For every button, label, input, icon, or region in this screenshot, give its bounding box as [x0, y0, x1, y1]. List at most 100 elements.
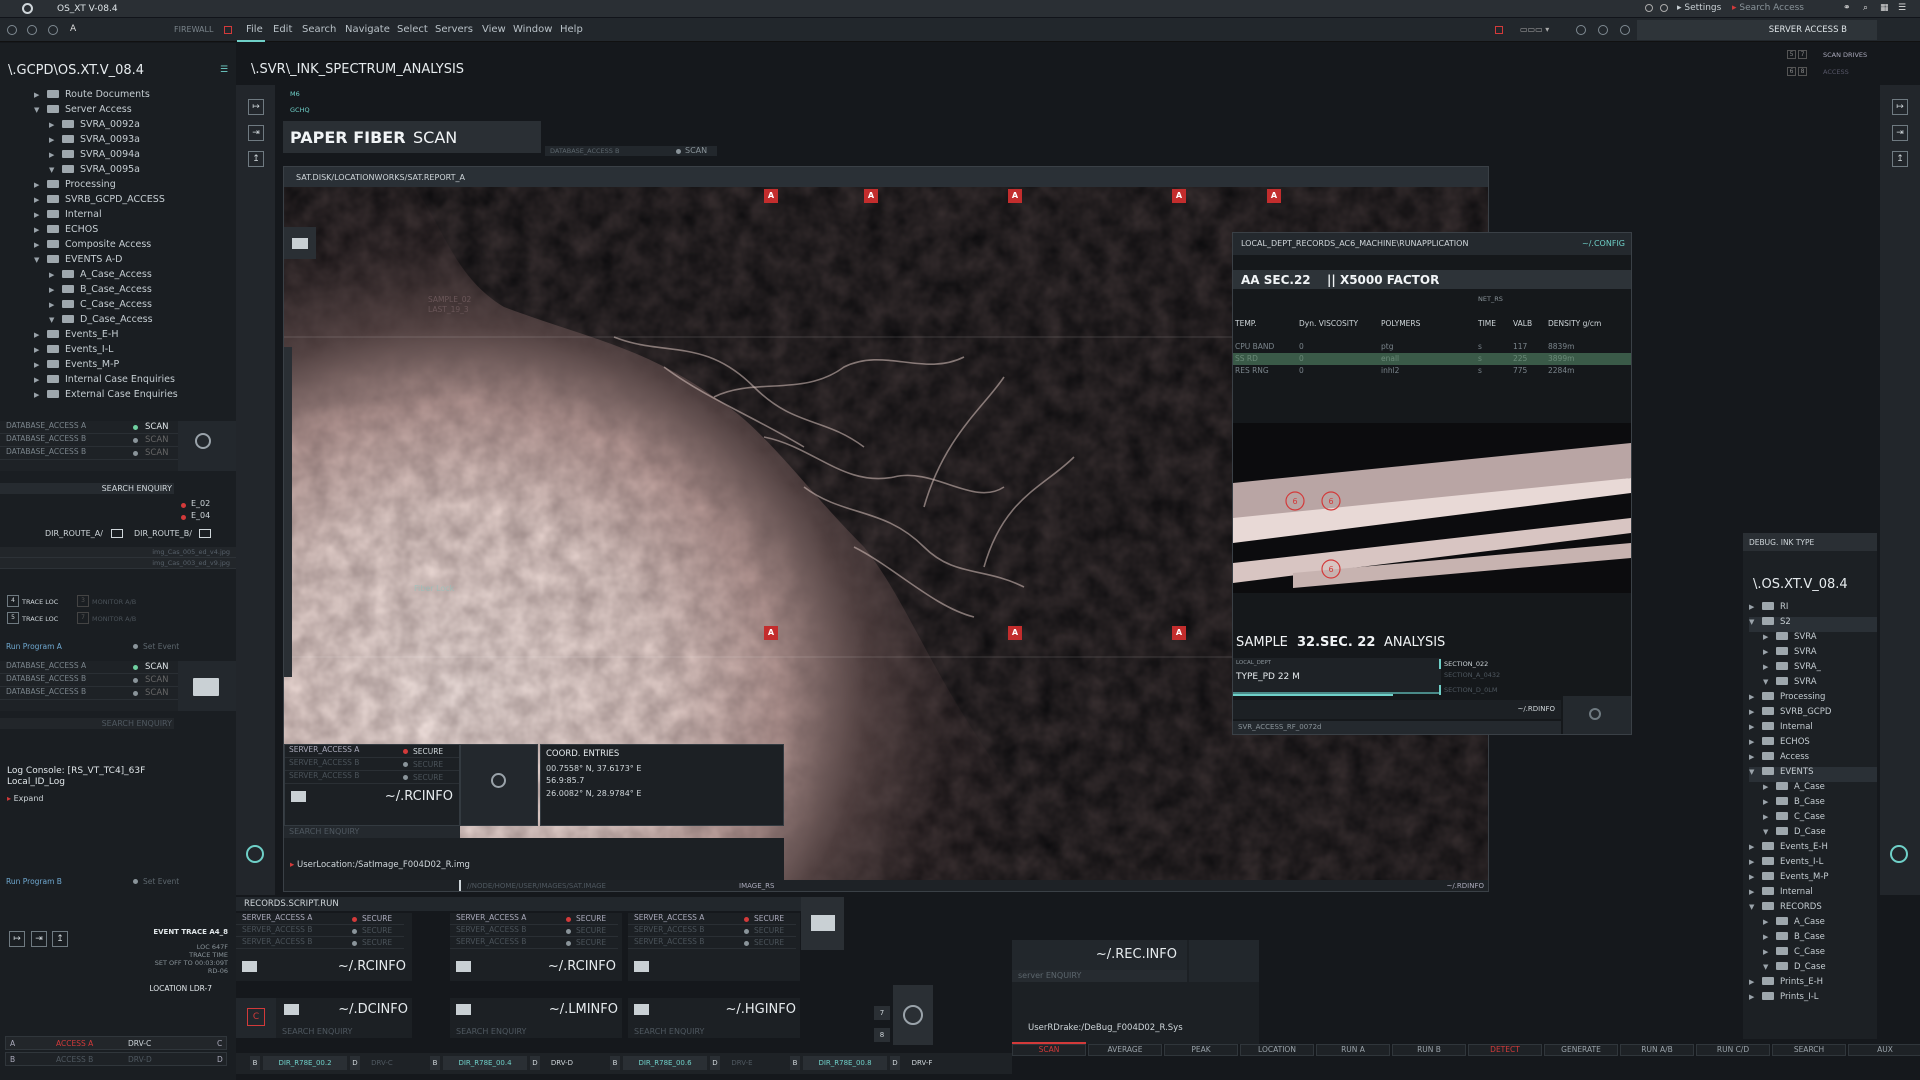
chevron-right-icon[interactable]: ▶: [34, 391, 44, 399]
server-row[interactable]: SERVER_ACCESS B SECURE: [628, 937, 796, 949]
server-enquiry-bar[interactable]: server ENQUIRY: [1012, 970, 1187, 982]
table-row[interactable]: SS RD 0 enall s 225 3899m: [1233, 353, 1631, 365]
monitor-box-7[interactable]: 7: [77, 612, 89, 624]
scan-button[interactable]: SCAN: [685, 146, 707, 155]
right-tree-item[interactable]: ▼ EVENTS: [1749, 767, 1877, 782]
db-row[interactable]: DATABASE_ACCESS B SCAN: [0, 447, 178, 460]
chevron-down-icon[interactable]: ▼: [34, 256, 44, 264]
menu-navigate[interactable]: Navigate: [345, 24, 390, 35]
menu-select[interactable]: Select: [397, 24, 428, 35]
menu-edit[interactable]: Edit: [273, 24, 292, 35]
drive-letter[interactable]: D: [890, 1056, 900, 1070]
tree-item[interactable]: ▶ Processing: [34, 179, 116, 194]
layout-icon[interactable]: ▭▭▭ ▾: [1520, 25, 1549, 34]
chevron-down-icon[interactable]: ▼: [1763, 963, 1773, 971]
table-row[interactable]: RES RNG 0 inhl2 s 775 2284m: [1233, 365, 1631, 377]
analysis-search-button[interactable]: [1563, 696, 1631, 734]
chevron-down-icon[interactable]: ▼: [1749, 618, 1759, 626]
rcinfo-label[interactable]: ~/.RCINFO: [548, 959, 616, 974]
search-enquiry-bar[interactable]: SEARCH ENQUIRY: [284, 826, 460, 838]
access-b-row[interactable]: B ACCESS B DRV-D D: [5, 1052, 227, 1066]
menu-servers[interactable]: Servers: [435, 24, 473, 35]
bottom-button-peak[interactable]: PEAK: [1164, 1044, 1238, 1056]
db-b-bar[interactable]: DATABASE_ACCESS B SCAN: [545, 146, 717, 156]
drive-box-6[interactable]: 6: [1787, 67, 1796, 76]
settings-gear-icon[interactable]: [1645, 4, 1653, 12]
db-row[interactable]: DATABASE_ACCESS B SCAN: [0, 687, 178, 700]
num-box-8[interactable]: 8: [874, 1028, 890, 1042]
chevron-right-icon[interactable]: ▶: [1763, 783, 1773, 791]
tree-item[interactable]: ▶ C_Case_Access: [49, 299, 152, 314]
set-event-b[interactable]: Set Event: [143, 877, 179, 886]
chevron-right-icon[interactable]: ▶: [1749, 978, 1759, 986]
a-marker[interactable]: A: [1172, 626, 1186, 640]
drive-letter[interactable]: D: [710, 1056, 720, 1070]
right-tree-item[interactable]: ▶ B_Case: [1763, 932, 1825, 947]
db-row[interactable]: DATABASE_ACCESS A SCAN: [0, 421, 178, 434]
chevron-right-icon[interactable]: ▶: [34, 331, 44, 339]
set-event-a[interactable]: Set Event: [143, 642, 179, 651]
server-row[interactable]: SERVER_ACCESS B SECURE: [628, 925, 796, 937]
server-row[interactable]: SERVER_ACCESS A SECURE: [450, 913, 618, 925]
menu-search[interactable]: Search: [302, 24, 336, 35]
bottom-button-aux[interactable]: AUX: [1848, 1044, 1920, 1056]
search-button[interactable]: [460, 744, 538, 826]
chevron-down-icon[interactable]: ▼: [1749, 768, 1759, 776]
tree-item[interactable]: ▶ Events_M-P: [34, 359, 119, 374]
drive-letter[interactable]: D: [530, 1056, 540, 1070]
skip-icon[interactable]: ⇥: [1892, 125, 1908, 141]
server-row[interactable]: SERVER_ACCESS A SECURE: [285, 745, 459, 758]
file-row[interactable]: img_Cas_005_ed_v4.jpg: [0, 547, 236, 558]
drive-label[interactable]: DRV-E: [724, 1056, 760, 1070]
tree-item[interactable]: ▶ Route Documents: [34, 89, 150, 104]
server-row[interactable]: SERVER_ACCESS A SECURE: [236, 913, 404, 925]
chevron-right-icon[interactable]: ▶: [1749, 693, 1759, 701]
section-a[interactable]: SECTION_A_0432: [1444, 671, 1500, 679]
settings-link[interactable]: ▸ Settings: [1677, 3, 1721, 13]
bottom-button-search[interactable]: SEARCH: [1772, 1044, 1846, 1056]
user-location[interactable]: ▸ UserLocation:/SatImage_F004D02_R.img: [290, 860, 470, 870]
right-tree-item[interactable]: ▶ Internal: [1749, 887, 1813, 902]
bottom-button-run-a-b[interactable]: RUN A/B: [1620, 1044, 1694, 1056]
bottom-button-average[interactable]: AVERAGE: [1088, 1044, 1162, 1056]
fast-forward-icon[interactable]: ⇥: [31, 931, 47, 947]
table-row[interactable]: CPU BAND 0 ptg s 117 8839m: [1233, 341, 1631, 353]
run-program-a[interactable]: Run Program A: [6, 642, 62, 651]
search-icon[interactable]: ⌕: [1863, 3, 1868, 13]
search-enquiry-bar[interactable]: SEARCH ENQUIRY: [0, 483, 174, 494]
server-row[interactable]: SERVER_ACCESS B SECURE: [236, 925, 404, 937]
right-tree-item[interactable]: ▶ A_Case: [1763, 917, 1825, 932]
event-e02[interactable]: E_02: [191, 499, 210, 508]
chevron-right-icon[interactable]: ▶: [1749, 873, 1759, 881]
folder-icon[interactable]: [242, 961, 257, 972]
info-box[interactable]: ~/.HGINFO SEARCH ENQUIRY: [628, 998, 800, 1038]
chevron-right-icon[interactable]: ▶: [49, 301, 59, 309]
right-tree-item[interactable]: ▶ SVRB_GCPD: [1749, 707, 1831, 722]
monitor-ab-1[interactable]: MONITOR A/B: [92, 598, 136, 606]
chevron-right-icon[interactable]: ▶: [1749, 993, 1759, 1001]
chevron-down-icon[interactable]: ▼: [34, 106, 44, 114]
link-icon[interactable]: ⚭: [1843, 3, 1851, 13]
a-marker[interactable]: A: [1172, 189, 1186, 203]
clear-icon[interactable]: C: [247, 1008, 265, 1026]
rcinfo-label[interactable]: ~/.RCINFO: [338, 959, 406, 974]
server-row[interactable]: SERVER_ACCESS B SECURE: [285, 771, 459, 784]
chevron-right-icon[interactable]: ▶: [1749, 858, 1759, 866]
chevron-right-icon[interactable]: ▶: [1763, 798, 1773, 806]
chevron-right-icon[interactable]: ▶: [49, 271, 59, 279]
search-enquiry-bar-2[interactable]: SEARCH ENQUIRY: [0, 718, 174, 729]
radar-button[interactable]: [893, 985, 933, 1045]
db-row[interactable]: DATABASE_ACCESS B SCAN: [0, 434, 178, 447]
dir-route-b[interactable]: DIR_ROUTE_B/: [134, 529, 192, 538]
server-row[interactable]: SERVER_ACCESS A SECURE: [628, 913, 796, 925]
upload-icon[interactable]: ↥: [248, 151, 264, 167]
node-icon-3[interactable]: [1620, 25, 1630, 35]
folder-icon[interactable]: [291, 791, 306, 802]
right-tree-item[interactable]: ▶ Events_E-H: [1749, 842, 1828, 857]
a-marker[interactable]: A: [864, 189, 878, 203]
chevron-right-icon[interactable]: ▶: [34, 346, 44, 354]
type-pd-box[interactable]: LOCAL_DEPT TYPE_PD 22 M: [1233, 658, 1441, 694]
tree-item[interactable]: ▶ Events_E-H: [34, 329, 119, 344]
trace-loc-2[interactable]: TRACE LOC: [22, 615, 58, 623]
chevron-right-icon[interactable]: ▶: [1749, 753, 1759, 761]
